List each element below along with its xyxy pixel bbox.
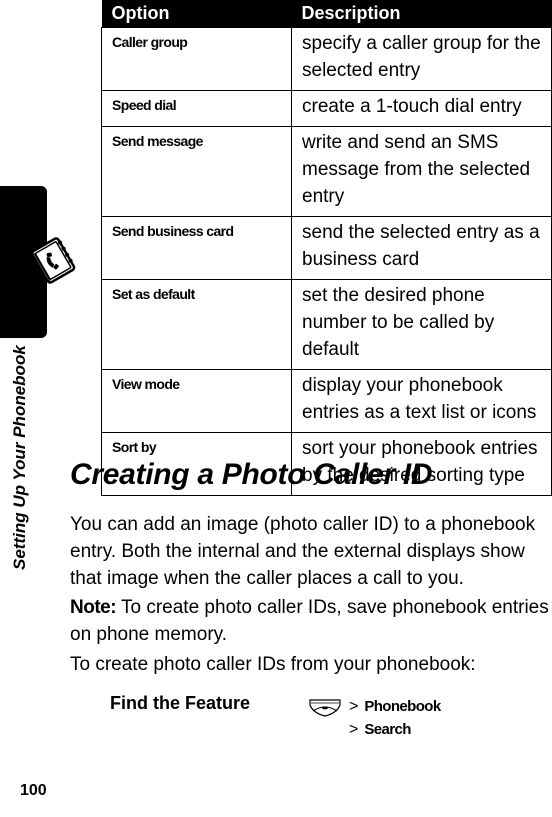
- option-name: Speed dial: [101, 90, 292, 127]
- table-header-row: Option Description: [101, 0, 552, 28]
- table-row: Caller group specify a caller group for …: [101, 27, 552, 91]
- table-row: Send business card send the selected ent…: [101, 216, 552, 280]
- option-description: set the desired phone number to be calle…: [291, 279, 552, 370]
- option-name: Caller group: [101, 27, 292, 91]
- column-header-description: Description: [291, 0, 552, 28]
- option-name: Send message: [101, 126, 292, 217]
- intro-paragraph: You can add an image (photo caller ID) t…: [70, 514, 536, 589]
- option-description: specify a caller group for the selected …: [291, 27, 552, 91]
- chapter-title: Setting Up Your Phonebook: [10, 345, 29, 570]
- find-feature-label: Find the Feature: [110, 693, 251, 713]
- note-label: Note:: [70, 597, 117, 618]
- option-description: create a 1-touch dial entry: [291, 90, 552, 127]
- option-description: send the selected entry as a business ca…: [291, 216, 552, 280]
- note-paragraph: Note: To create photo caller IDs, save p…: [70, 594, 552, 648]
- option-description: display your phonebook entries as a text…: [291, 369, 552, 433]
- menu-key-icon: [309, 699, 341, 717]
- option-description: write and send an SMS message from the s…: [291, 126, 552, 217]
- instruction-paragraph: To create photo caller IDs from your pho…: [70, 654, 476, 675]
- table-row: Send message write and send an SMS messa…: [101, 126, 552, 217]
- option-name: Set as default: [101, 279, 292, 370]
- option-name: Send business card: [101, 216, 292, 280]
- separator: >: [349, 698, 359, 715]
- page-number: 100: [20, 782, 47, 799]
- option-name: View mode: [101, 369, 292, 433]
- phonebook-icon: [30, 237, 76, 284]
- column-header-option: Option: [101, 0, 292, 28]
- menu-item-phonebook: Phonebook: [364, 698, 441, 715]
- menu-path-step: > Search: [349, 721, 411, 739]
- menu-path-step: > Phonebook: [349, 698, 441, 716]
- separator: >: [349, 721, 359, 738]
- menu-item-search: Search: [364, 721, 411, 738]
- section-heading: Creating a Photo Caller ID: [70, 458, 433, 491]
- options-table: Option Description Caller group specify …: [101, 0, 552, 496]
- table-row: Speed dial create a 1-touch dial entry: [101, 90, 552, 127]
- table-row: View mode display your phonebook entries…: [101, 369, 552, 433]
- note-text: To create photo caller IDs, save phonebo…: [70, 597, 549, 645]
- table-row: Set as default set the desired phone num…: [101, 279, 552, 370]
